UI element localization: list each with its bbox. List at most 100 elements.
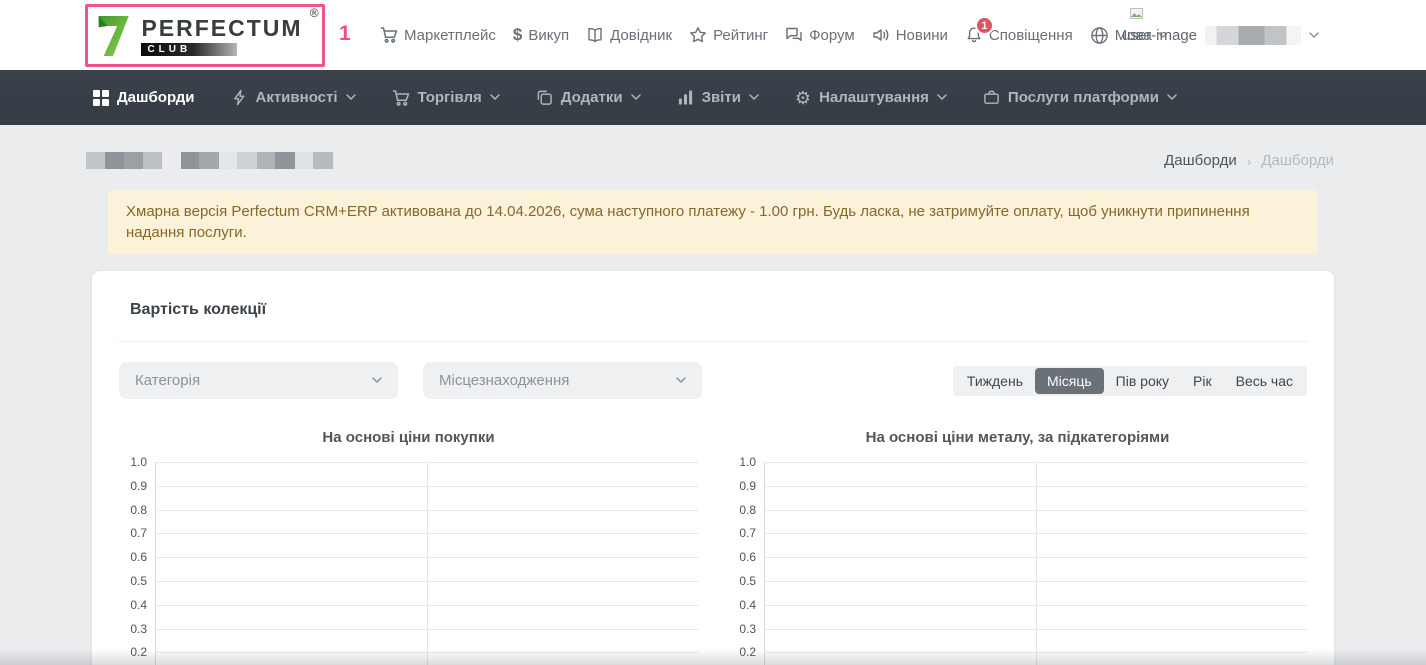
logo[interactable]: PERFECTUM ® CLUB	[85, 4, 325, 67]
menu-addons[interactable]: Додатки	[536, 89, 641, 106]
book-icon	[586, 26, 604, 44]
chevron-down-icon	[631, 94, 641, 101]
gridline	[155, 581, 698, 582]
breadcrumb-item-current: Дашборди	[1261, 152, 1334, 169]
logo-brand-text: PERFECTUM	[141, 15, 302, 42]
redacted-page-title	[86, 152, 333, 169]
gridline	[764, 581, 1307, 582]
grid-icon	[93, 90, 109, 106]
gridline	[764, 533, 1307, 534]
divider	[119, 341, 1307, 342]
main-menubar: Дашборди Активності Торгівля Додатки Зві…	[0, 70, 1426, 125]
menu-settings-label: Налаштування	[819, 89, 929, 106]
gridline	[155, 557, 698, 558]
period-year-button[interactable]: Рік	[1181, 368, 1224, 394]
menu-dashboards[interactable]: Дашборди	[93, 89, 195, 106]
speaker-icon	[872, 26, 890, 44]
chat-icon	[785, 26, 803, 44]
warning-alert-text: Хмарна версія Perfectum CRM+ERP активова…	[126, 203, 1250, 241]
top-nav: Маркетплейс $ Викуп Довідник Рейтинг Фор…	[380, 0, 1168, 70]
menu-trade[interactable]: Торгівля	[392, 89, 500, 107]
period-week-button[interactable]: Тиждень	[955, 368, 1035, 394]
cart-icon	[380, 26, 398, 44]
y-tick-label: 0.4	[119, 598, 147, 612]
menu-settings[interactable]: ⚙ Налаштування	[795, 89, 947, 107]
gridline	[764, 605, 1307, 606]
gridline	[155, 533, 698, 534]
chevron-down-icon	[676, 377, 686, 384]
metal-price-chart: На основі ціни металу, за підкатегоріями…	[728, 429, 1307, 665]
category-select[interactable]: Категорія	[119, 362, 398, 399]
y-tick-label: 0.3	[119, 622, 147, 636]
user-menu[interactable]: user-image	[1122, 0, 1319, 70]
redacted-block	[86, 152, 162, 169]
gridline	[155, 629, 698, 630]
menu-addons-label: Додатки	[561, 89, 623, 106]
menu-trade-label: Торгівля	[418, 89, 482, 106]
user-avatar-alt-text: user-image	[1122, 27, 1197, 44]
menu-platform-services-label: Послуги платформи	[1008, 89, 1159, 106]
nav-directory[interactable]: Довідник	[586, 26, 672, 44]
x-gridline	[427, 462, 428, 665]
chevron-down-icon	[749, 94, 759, 101]
filters-row: Категорія Місцезнаходження Тиждень Місяц…	[119, 362, 1307, 399]
nav-rating[interactable]: Рейтинг	[689, 26, 768, 44]
registered-mark: ®	[310, 6, 319, 20]
y-tick-label: 1.0	[728, 455, 756, 469]
nav-forum-label: Форум	[809, 27, 855, 44]
cart-icon	[392, 89, 410, 107]
star-icon	[689, 26, 707, 44]
menu-platform-services[interactable]: Послуги платформи	[983, 89, 1177, 106]
globe-icon	[1090, 26, 1109, 45]
nav-forum[interactable]: Форум	[785, 26, 855, 44]
broken-image-icon	[1130, 8, 1143, 19]
period-month-button[interactable]: Місяць	[1035, 368, 1104, 394]
x-gridline	[1036, 462, 1037, 665]
y-tick-label: 0.6	[119, 550, 147, 564]
annotation-mark-1: 1	[339, 22, 351, 46]
y-tick-label: 0.7	[728, 526, 756, 540]
breadcrumb-item-dashboards[interactable]: Дашборди	[1164, 152, 1237, 169]
card-title: Вартість колекції	[92, 271, 1334, 341]
dollar-icon: $	[513, 25, 522, 45]
nav-buyback[interactable]: $ Викуп	[513, 25, 569, 45]
y-tick-label: 0.8	[119, 503, 147, 517]
menu-reports[interactable]: Звіти	[677, 89, 759, 106]
menu-activities[interactable]: Активності	[231, 89, 356, 106]
y-tick-label: 1.0	[119, 455, 147, 469]
menu-dashboards-label: Дашборди	[117, 89, 195, 106]
gridline	[764, 629, 1307, 630]
menu-activities-label: Активності	[256, 89, 338, 106]
nav-notifications[interactable]: 1 Сповіщення	[965, 26, 1073, 44]
gridline	[155, 605, 698, 606]
chevron-down-icon	[346, 94, 356, 101]
y-tick-label: 0.6	[728, 550, 756, 564]
category-select-value: Категорія	[135, 372, 200, 389]
chevron-down-icon	[1167, 94, 1177, 101]
nav-rating-label: Рейтинг	[713, 27, 768, 44]
location-select-value: Місцезнаходження	[439, 372, 569, 389]
y-axis-line	[764, 462, 765, 665]
nav-marketplace[interactable]: Маркетплейс	[380, 26, 496, 44]
chart-title: На основі ціни покупки	[119, 429, 698, 446]
y-tick-label: 0.8	[728, 503, 756, 517]
period-alltime-button[interactable]: Весь час	[1224, 368, 1305, 394]
bar-chart-icon	[677, 89, 694, 106]
chevron-down-icon	[490, 94, 500, 101]
gridline	[155, 486, 698, 487]
y-tick-label: 0.9	[728, 479, 756, 493]
lightning-icon	[231, 89, 248, 106]
chart-title: На основі ціни металу, за підкатегоріями	[728, 429, 1307, 446]
period-halfyear-button[interactable]: Пів року	[1104, 368, 1181, 394]
nav-directory-label: Довідник	[610, 27, 672, 44]
y-tick-label: 0.5	[728, 574, 756, 588]
y-tick-label: 0.9	[119, 479, 147, 493]
nav-marketplace-label: Маркетплейс	[404, 27, 496, 44]
y-tick-label: 0.2	[728, 645, 756, 659]
nav-news[interactable]: Новини	[872, 26, 948, 44]
redacted-username	[1205, 26, 1301, 45]
gridline	[155, 462, 698, 463]
chevron-down-icon	[937, 94, 947, 101]
y-tick-label: 0.5	[119, 574, 147, 588]
location-select[interactable]: Місцезнаходження	[423, 362, 702, 399]
